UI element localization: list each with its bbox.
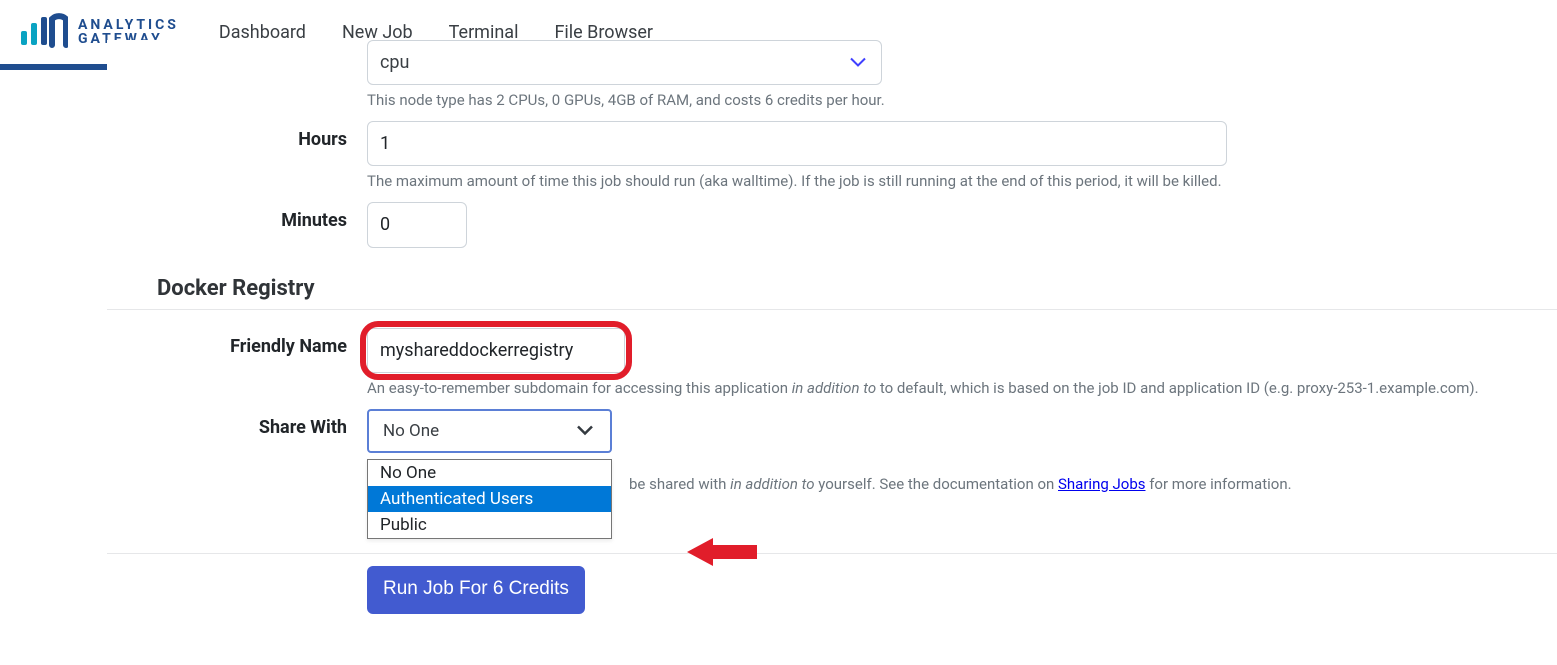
friendly-name-help: An easy-to-remember subdomain for access…	[367, 379, 1557, 397]
hours-row: Hours The maximum amount of time this jo…	[107, 121, 1557, 190]
bars-logo-icon	[20, 11, 68, 53]
share-help-post: for more information.	[1146, 475, 1292, 493]
hours-input[interactable]	[367, 121, 1227, 166]
share-with-label: Share With	[107, 409, 367, 438]
node-type-help: This node type has 2 CPUs, 0 GPUs, 4GB o…	[367, 91, 1557, 109]
friendly-name-input[interactable]	[367, 328, 625, 373]
hours-help: The maximum amount of time this job shou…	[367, 172, 1557, 190]
node-type-select[interactable]: cpu	[367, 40, 882, 85]
friendly-help-em: in addition to	[792, 379, 876, 397]
share-option-authenticated-users[interactable]: Authenticated Users	[368, 486, 611, 512]
friendly-name-row: Friendly Name An easy-to-remember subdom…	[107, 328, 1557, 397]
brand-line-1: ANALYTICS	[78, 18, 179, 32]
share-help-em: in addition to	[730, 475, 814, 493]
friendly-name-label: Friendly Name	[107, 328, 367, 357]
section-docker-registry: Docker Registry	[107, 258, 1557, 310]
share-help-mid: yourself. See the documentation on	[815, 475, 1059, 493]
minutes-input[interactable]	[367, 202, 467, 247]
run-job-button[interactable]: Run Job For 6 Credits	[367, 566, 585, 614]
share-option-public[interactable]: Public	[368, 512, 611, 538]
share-with-select[interactable]: No One	[367, 409, 612, 453]
sharing-jobs-link[interactable]: Sharing Jobs	[1058, 475, 1145, 493]
friendly-name-highlight	[367, 328, 625, 373]
share-option-no-one[interactable]: No One	[368, 460, 611, 486]
node-type-row: . cpu This node type has 2 CPUs, 0 GPUs,…	[107, 40, 1557, 109]
friendly-help-pre: An easy-to-remember subdomain for access…	[367, 379, 792, 397]
share-with-select-wrap[interactable]: No One No One Authenticated Users Public	[367, 409, 612, 453]
share-with-help: be shared with in addition to yourself. …	[629, 475, 1557, 493]
share-with-listbox[interactable]: No One Authenticated Users Public	[367, 459, 612, 539]
node-type-select-wrap[interactable]: cpu	[367, 40, 882, 85]
minutes-label: Minutes	[107, 202, 367, 231]
hours-label: Hours	[107, 121, 367, 150]
minutes-row: Minutes	[107, 202, 1557, 247]
share-help-pre: be shared with	[629, 475, 730, 493]
share-with-row: Share With No One No One Authenticated U…	[107, 409, 1557, 453]
run-row: Run Job For 6 Credits	[107, 553, 1557, 638]
friendly-help-post: to default, which is based on the job ID…	[876, 379, 1478, 397]
job-form-card: . cpu This node type has 2 CPUs, 0 GPUs,…	[107, 40, 1557, 638]
